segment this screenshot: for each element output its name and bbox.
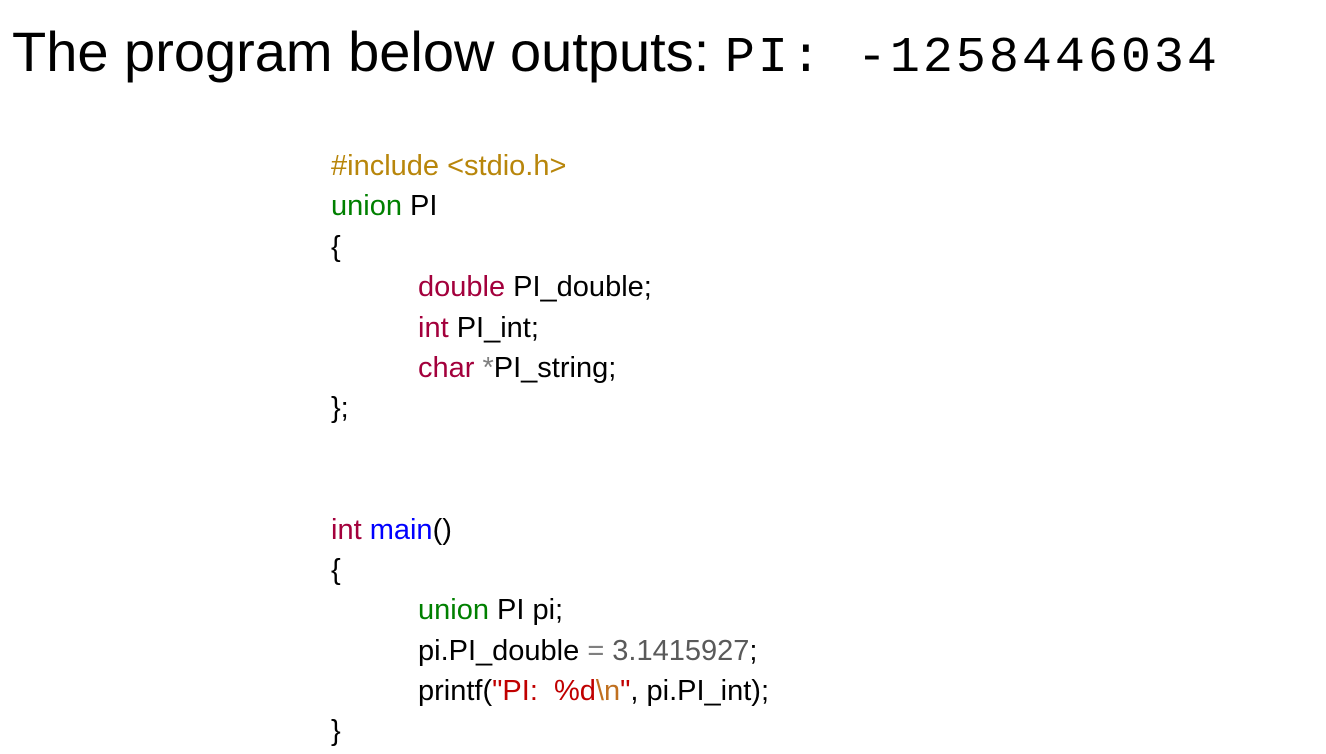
headline-text: The program below outputs: <box>12 20 725 83</box>
assign-semicolon: ; <box>749 634 758 667</box>
slide: The program below outputs: PI: -12584460… <box>0 0 1326 754</box>
main-parens: () <box>432 513 452 546</box>
printf-call: printf( <box>418 675 493 708</box>
code-line-printf: printf("PI: %d\n", pi.PI_int); <box>331 671 769 711</box>
printf-args: , pi.PI_int); <box>630 675 770 708</box>
program-output: PI: -1258446034 <box>724 30 1220 87</box>
code-line-union-var: union PI pi; <box>331 590 769 630</box>
assign-operator: = <box>587 634 605 667</box>
field-pi-int: PI_int; <box>448 311 539 344</box>
type-char: char <box>418 351 475 384</box>
code-line-field-int: int PI_int; <box>331 308 769 348</box>
code-line-open-brace-main: { <box>331 550 769 590</box>
newline-escape: \n <box>595 675 621 708</box>
union-keyword-local: union <box>418 594 489 627</box>
code-line-close-union: }; <box>331 388 769 428</box>
format-string-end: " <box>620 675 631 708</box>
code-line-include: #include <stdio.h> <box>331 146 769 186</box>
slide-headline: The program below outputs: PI: -12584460… <box>12 18 1220 93</box>
type-int: int <box>418 311 449 344</box>
type-double: double <box>418 271 506 304</box>
pointer-star: * <box>474 351 494 384</box>
code-line-close-main: } <box>331 711 769 751</box>
code-line-union-decl: union PI <box>331 186 769 226</box>
open-brace: { <box>331 230 341 263</box>
close-union: }; <box>331 392 349 425</box>
include-directive: #include <stdio.h> <box>331 150 567 182</box>
field-pi-string: PI_string; <box>493 351 617 384</box>
main-return-type: int <box>331 513 362 546</box>
code-line-field-string: char *PI_string; <box>331 348 769 388</box>
code-block: #include <stdio.h> union PI { double PI_… <box>331 146 769 752</box>
format-string: "PI: %d <box>492 675 596 708</box>
close-main: } <box>331 715 341 748</box>
field-pi-double: PI_double; <box>505 271 652 304</box>
main-function-name: main <box>361 513 433 546</box>
code-line-open-brace: { <box>331 227 769 267</box>
code-line-assign: pi.PI_double = 3.1415927; <box>331 631 769 671</box>
union-name: PI <box>401 190 438 223</box>
open-brace-main: { <box>331 553 341 586</box>
union-var-decl: PI pi; <box>488 594 564 627</box>
code-line-main-decl: int main() <box>331 510 769 550</box>
union-keyword: union <box>331 190 402 223</box>
code-line-field-double: double PI_double; <box>331 267 769 307</box>
pi-literal: 3.1415927 <box>604 634 750 667</box>
assign-lhs: pi.PI_double <box>418 634 588 667</box>
